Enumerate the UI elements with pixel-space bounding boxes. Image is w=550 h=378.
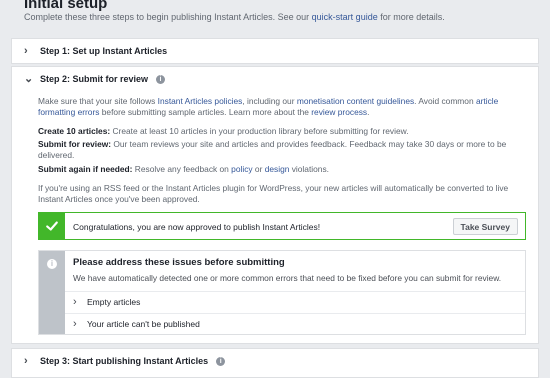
subtitle-text: Complete these three steps to begin publ… (24, 12, 312, 22)
issue-item-empty-articles[interactable]: › Empty articles (65, 291, 525, 312)
monetisation-guidelines-link[interactable]: monetisation content guidelines (297, 96, 414, 106)
submit-again-text: or (252, 164, 265, 174)
issue-item-label: Your article can't be published (87, 319, 200, 329)
page-subtitle: Complete these three steps to begin publ… (24, 12, 544, 22)
approval-success-banner: Congratulations, you are now approved to… (38, 212, 526, 240)
step1-header[interactable]: › Step 1: Set up Instant Articles (24, 45, 168, 57)
step3-card[interactable]: › Step 3: Start publishing Instant Artic… (11, 348, 539, 378)
step3-header[interactable]: › Step 3: Start publishing Instant Artic… (24, 355, 226, 367)
intro-text: . Avoid common (414, 96, 476, 106)
submit-again-text: violations. (289, 164, 329, 174)
chevron-right-icon: › (73, 318, 77, 330)
info-icon[interactable]: i (216, 356, 226, 366)
chevron-down-icon: ⌄ (24, 73, 34, 85)
step1-card[interactable]: › Step 1: Set up Instant Articles (11, 38, 539, 64)
policy-link[interactable]: policy (231, 164, 252, 174)
success-strip (39, 213, 65, 239)
checkmark-icon (46, 221, 58, 231)
issue-item-cant-publish[interactable]: › Your article can't be published (65, 313, 525, 334)
step2-intro: Make sure that your site follows Instant… (38, 96, 520, 118)
submit-review-label: Submit for review: (38, 139, 112, 149)
step2-label: Step 2: Submit for review (40, 74, 149, 84)
create-articles-row: Create 10 articles: Create at least 10 a… (38, 126, 520, 137)
issues-panel: i Please address these issues before sub… (38, 250, 526, 335)
chevron-right-icon: › (73, 296, 77, 308)
intro-text: . (367, 107, 370, 117)
design-link[interactable]: design (265, 164, 290, 174)
take-survey-button[interactable]: Take Survey (452, 218, 518, 235)
submit-again-label: Submit again if needed: (38, 164, 133, 174)
issues-strip: i (39, 251, 65, 334)
rss-note: If you're using an RSS feed or the Insta… (38, 183, 509, 204)
step3-label: Step 3: Start publishing Instant Article… (40, 356, 209, 366)
info-icon[interactable]: i (156, 74, 166, 84)
step2-header[interactable]: ⌄ Step 2: Submit for review i (24, 73, 166, 85)
quick-start-guide-link[interactable]: quick-start guide (312, 12, 378, 22)
step2-card: ⌄ Step 2: Submit for review i Make sure … (11, 66, 539, 344)
review-process-link[interactable]: review process (311, 107, 367, 117)
chevron-right-icon: › (24, 355, 28, 367)
intro-text: , including our (242, 96, 297, 106)
create-articles-text: Create at least 10 articles in your prod… (110, 126, 409, 136)
policies-link[interactable]: Instant Articles policies (158, 96, 243, 106)
issues-title: Please address these issues before submi… (73, 257, 285, 268)
create-articles-label: Create 10 articles: (38, 126, 111, 136)
intro-text: before submitting sample articles. Learn… (99, 107, 312, 117)
success-message: Congratulations, you are now approved to… (73, 222, 321, 232)
issue-item-label: Empty articles (87, 297, 141, 307)
intro-text: Make sure that your site follows (38, 96, 158, 106)
step1-label: Step 1: Set up Instant Articles (40, 46, 168, 56)
submit-again-row: Submit again if needed: Resolve any feed… (38, 164, 520, 175)
submit-review-row: Submit for review: Our team reviews your… (38, 139, 520, 161)
chevron-right-icon: › (24, 45, 28, 57)
subtitle-text-end: for more details. (377, 12, 445, 22)
page-title: Initial setup (24, 0, 108, 12)
info-icon: i (47, 259, 57, 269)
submit-again-text: Resolve any feedback on (132, 164, 232, 174)
issues-description: We have automatically detected one or mo… (73, 273, 502, 283)
